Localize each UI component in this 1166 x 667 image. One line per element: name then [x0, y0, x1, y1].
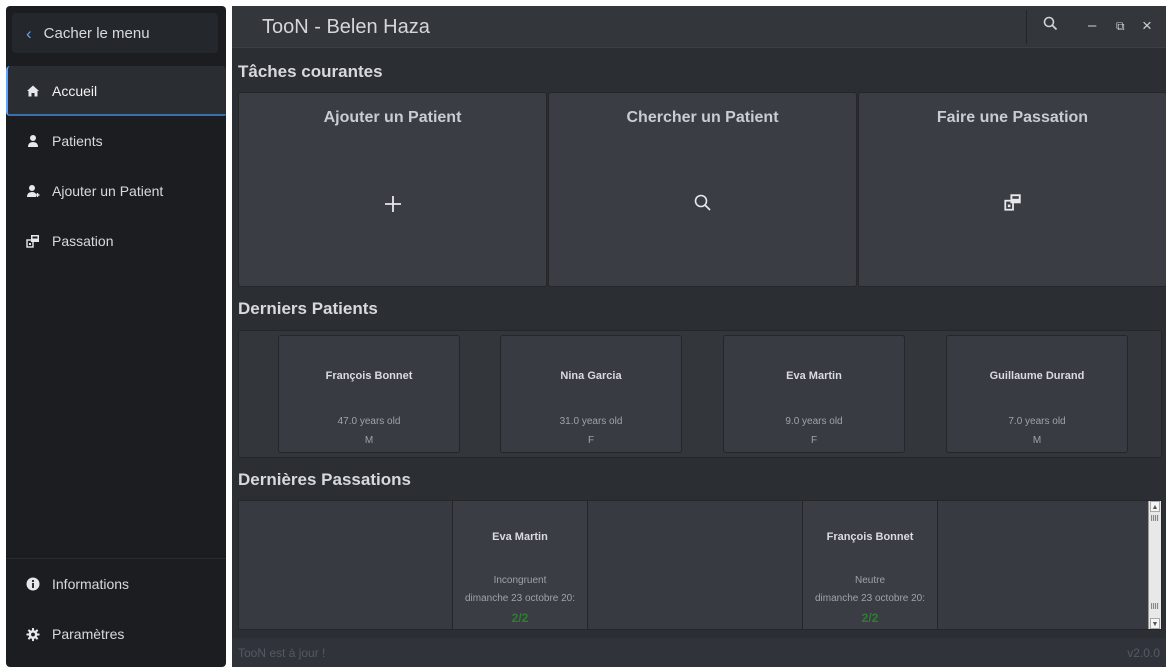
sidebar-item-label: Passation [52, 233, 114, 249]
task-card-label: Chercher un Patient [626, 109, 779, 126]
patient-card[interactable]: Nina Garcia 31.0 years old F [500, 335, 682, 453]
patient-age: 31.0 years old [559, 416, 623, 427]
minimize-button[interactable]: – [1088, 16, 1096, 36]
patient-sex: F [810, 435, 818, 446]
app-title: TooN - Belen Haza [262, 16, 430, 38]
task-card-search-patient[interactable]: Chercher un Patient [548, 92, 857, 287]
passation-patient-name: François Bonnet [826, 531, 914, 543]
sidebar-item-label: Informations [52, 576, 130, 592]
section-title-recent-passations: Dernières Passations [238, 470, 411, 489]
passation-spacer [938, 501, 1150, 629]
hide-menu-label: Cacher le menu [43, 24, 150, 42]
sidebar-item-label: Patients [52, 133, 103, 149]
patient-name: François Bonnet [325, 370, 413, 382]
sidebar-item-passation[interactable]: Passation [6, 216, 226, 266]
patient-age: 9.0 years old [785, 416, 843, 427]
sidebar: ‹ Cacher le menu Accueil Patients Ajoute… [6, 6, 226, 667]
task-card-label: Ajouter un Patient [323, 109, 462, 126]
sidebar-item-ajouter-patient[interactable]: Ajouter un Patient [6, 166, 226, 216]
chevron-left-icon: ‹ [26, 23, 32, 43]
recent-patients-panel: François Bonnet 47.0 years old M Nina Ga… [238, 330, 1162, 458]
patient-card[interactable]: Guillaume Durand 7.0 years old M [946, 335, 1128, 453]
sidebar-item-parametres[interactable]: Paramètres [6, 609, 226, 659]
scrollbar-grip[interactable] [1151, 515, 1159, 521]
plus-icon [239, 193, 546, 215]
status-bar: TooN est à jour ! v2.0.0 [232, 638, 1166, 667]
task-card-passation[interactable]: Faire une Passation [858, 92, 1166, 287]
passation-date: dimanche 23 octobre 20: [464, 593, 576, 604]
sidebar-item-label: Ajouter un Patient [52, 183, 164, 199]
task-card-label: Faire une Passation [936, 109, 1089, 126]
passation-card[interactable]: François Bonnet Neutre dimanche 23 octob… [803, 501, 938, 629]
patient-age: 7.0 years old [1008, 416, 1066, 427]
title-bar: TooN - Belen Haza – ⧉ × [232, 6, 1166, 48]
patient-card[interactable]: François Bonnet 47.0 years old M [278, 335, 460, 453]
passations-scrollbar[interactable]: ▲ ▼ [1148, 501, 1161, 629]
passation-score: 2/2 [861, 611, 879, 625]
patient-sex: M [1032, 435, 1042, 446]
patient-name: Nina Garcia [560, 370, 622, 382]
patient-sex: M [364, 435, 374, 446]
passation-date: dimanche 23 octobre 20: [814, 593, 926, 604]
home-icon [26, 84, 40, 98]
scroll-up-arrow-icon[interactable]: ▲ [1150, 501, 1160, 512]
version-label: v2.0.0 [1127, 646, 1160, 660]
passation-icon [26, 234, 40, 248]
sidebar-nav: Accueil Patients Ajouter un Patient Pass… [6, 66, 226, 266]
scrollbar-grip[interactable] [1151, 603, 1159, 609]
info-icon [26, 577, 40, 591]
title-bar-separator [1026, 10, 1027, 44]
passation-type: Neutre [854, 575, 885, 586]
patient-card[interactable]: Eva Martin 9.0 years old F [723, 335, 905, 453]
passation-patient-name: Eva Martin [492, 531, 548, 543]
passation-card[interactable]: Eva Martin Incongruent dimanche 23 octob… [453, 501, 588, 629]
hide-menu-button[interactable]: ‹ Cacher le menu [12, 13, 218, 53]
passation-spacer [588, 501, 803, 629]
user-icon [26, 134, 40, 148]
restore-button[interactable]: ⧉ [1116, 16, 1125, 36]
sidebar-item-informations[interactable]: Informations [6, 559, 226, 609]
patient-age: 47.0 years old [337, 416, 401, 427]
sidebar-item-accueil[interactable]: Accueil [6, 66, 226, 116]
search-icon [549, 193, 856, 213]
add-user-icon [26, 184, 40, 198]
patient-sex: F [587, 435, 595, 446]
section-title-recent-patients: Derniers Patients [238, 299, 378, 318]
task-card-add-patient[interactable]: Ajouter un Patient [238, 92, 547, 287]
gear-icon [26, 627, 40, 641]
section-title-tasks: Tâches courantes [238, 62, 383, 81]
search-button[interactable] [1043, 16, 1058, 37]
patient-name: Eva Martin [786, 370, 842, 382]
passation-spacer [239, 501, 453, 629]
main-content: TooN - Belen Haza – ⧉ × Tâches courantes… [232, 6, 1166, 667]
sidebar-item-patients[interactable]: Patients [6, 116, 226, 166]
passation-icon [859, 193, 1166, 211]
scroll-down-arrow-icon[interactable]: ▼ [1150, 618, 1160, 629]
status-text: TooN est à jour ! [238, 646, 326, 660]
sidebar-bottom: Informations Paramètres [6, 558, 226, 659]
close-button[interactable]: × [1142, 16, 1152, 36]
sidebar-item-label: Accueil [52, 83, 98, 99]
recent-passations-panel: Eva Martin Incongruent dimanche 23 octob… [238, 500, 1162, 630]
passation-score: 2/2 [511, 611, 529, 625]
passation-type: Incongruent [493, 575, 547, 586]
sidebar-item-label: Paramètres [52, 626, 125, 642]
patient-name: Guillaume Durand [989, 370, 1085, 382]
search-icon [1043, 16, 1058, 31]
